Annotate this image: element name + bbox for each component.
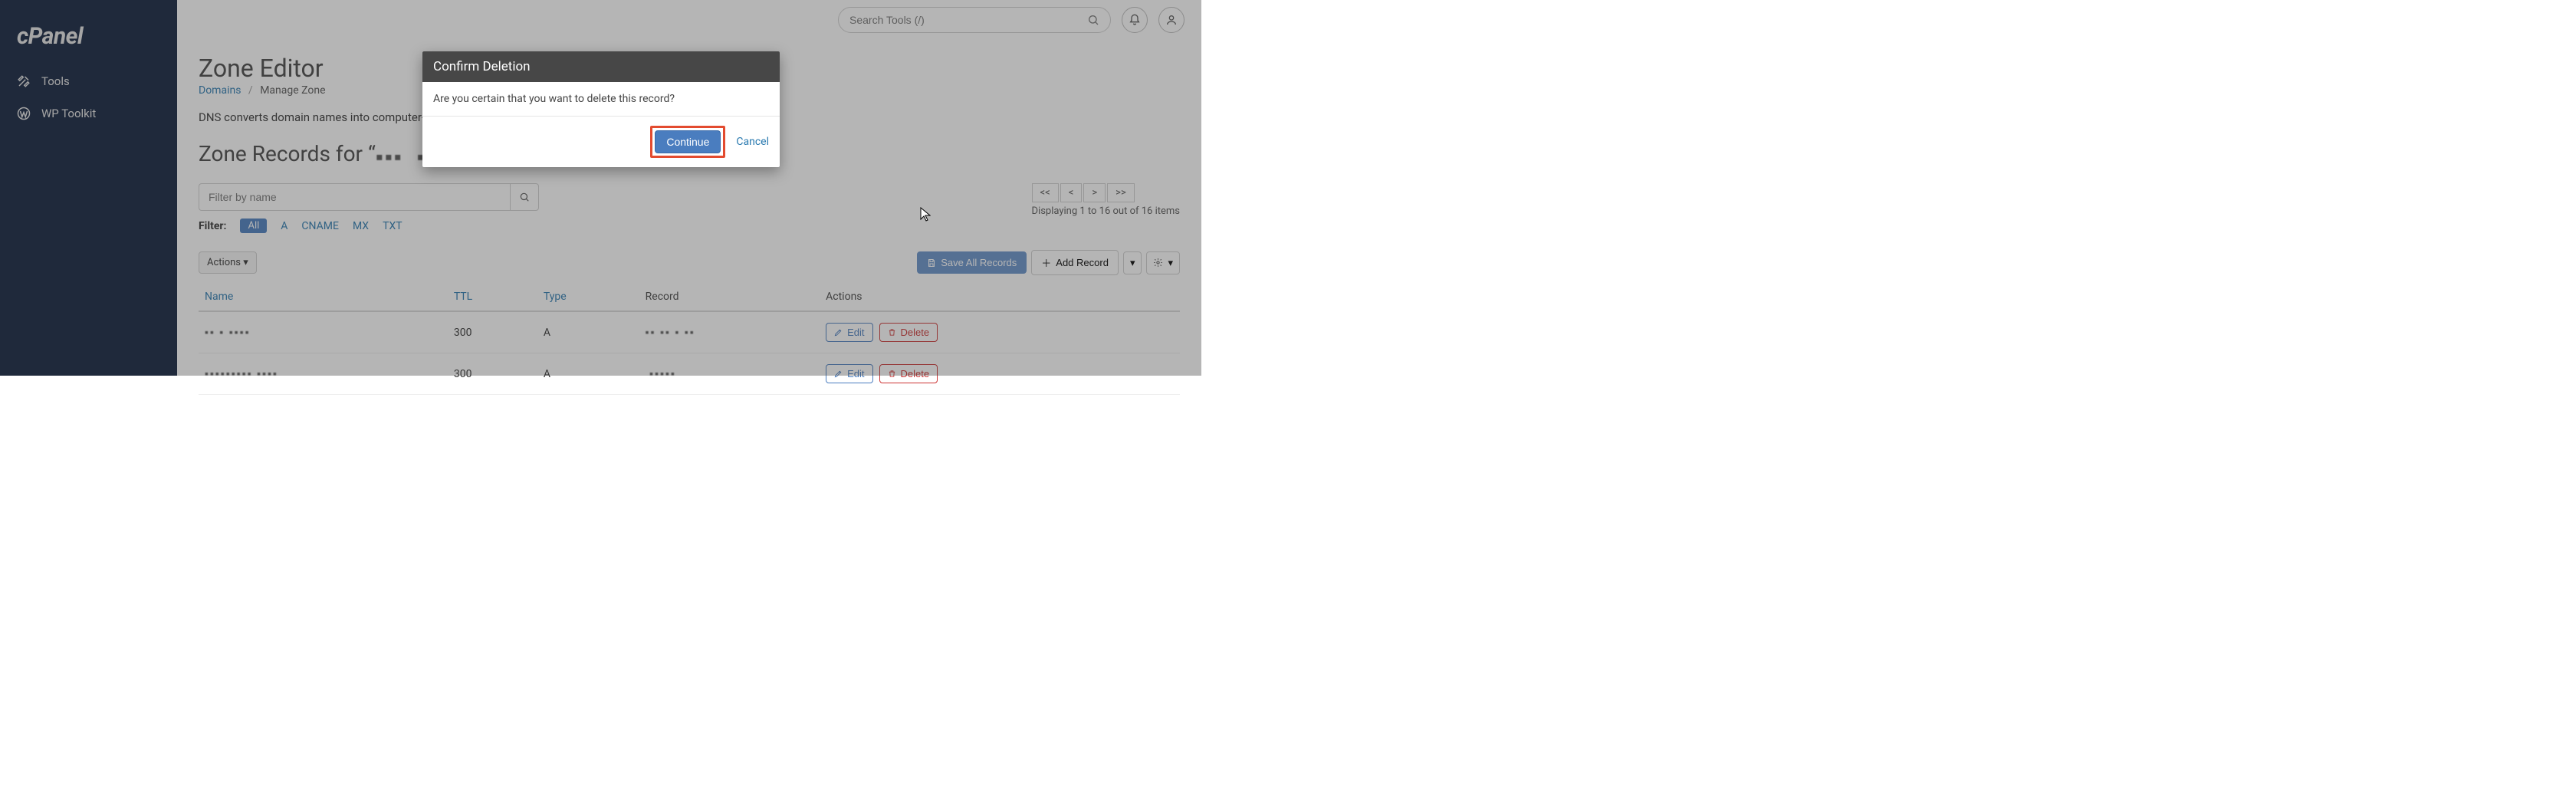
continue-button[interactable]: Continue	[655, 130, 721, 153]
cancel-link[interactable]: Cancel	[736, 136, 769, 148]
continue-highlight: Continue	[650, 126, 725, 158]
app-root: cPanel Tools WP Toolkit	[0, 0, 1201, 376]
modal-footer: Continue Cancel	[422, 116, 780, 167]
modal-title: Confirm Deletion	[422, 51, 780, 82]
modal-body: Are you certain that you want to delete …	[422, 82, 780, 116]
cursor-icon	[920, 207, 931, 222]
confirm-deletion-modal: Confirm Deletion Are you certain that yo…	[422, 51, 780, 167]
